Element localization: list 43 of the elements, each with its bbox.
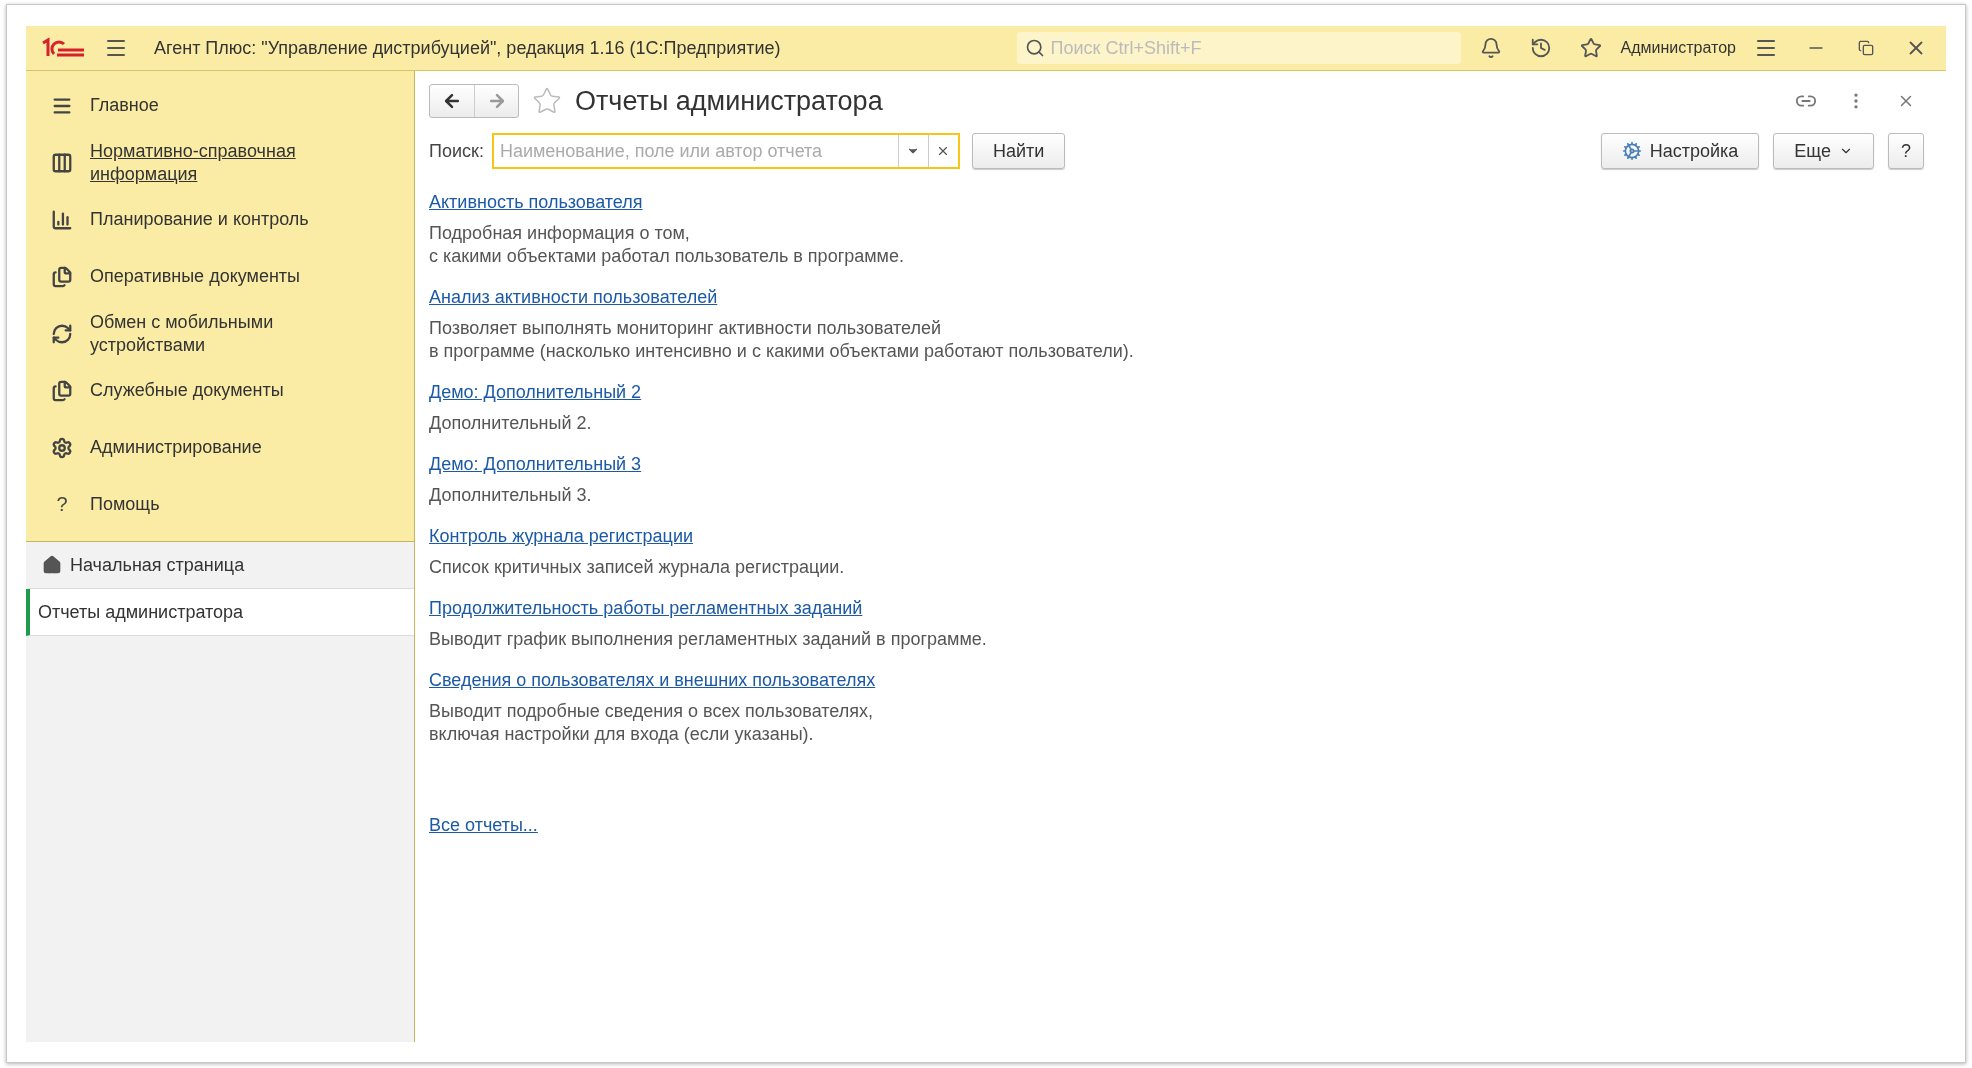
documents-icon [50, 378, 74, 403]
section-item[interactable]: Администрирование [26, 419, 414, 476]
report-link[interactable]: Контроль журнала регистрации [429, 525, 694, 547]
search-field[interactable]: Наименование, поле или автор отчета [491, 133, 960, 169]
all-reports-link[interactable]: Все отчеты... [429, 814, 538, 836]
section-item[interactable]: ? Помощь [26, 476, 414, 533]
report-link[interactable]: Демо: Дополнительный 3 [429, 453, 642, 475]
report-description: Дополнительный 3. [429, 484, 593, 507]
search-field[interactable]: Поиск Ctrl+Shift+F [1016, 32, 1461, 64]
report-link[interactable]: Сведения о пользователях и внешних пользователях [429, 669, 876, 691]
user-name[interactable]: Администратор [1620, 39, 1736, 57]
form-title: Отчеты администратора [575, 85, 883, 117]
search-icon [1024, 38, 1045, 58]
documents-icon [50, 264, 74, 289]
report-description: Выводит график выполнения регламентных заданий в программе. [429, 628, 988, 651]
report-link[interactable]: Продолжительность работы регламентных заданий [429, 597, 863, 619]
logo-icon [40, 36, 86, 60]
report-description: Дополнительный 2. [429, 412, 593, 435]
help-button[interactable]: ? [1888, 133, 1924, 169]
more-button[interactable]: Еще [1773, 133, 1874, 169]
report-description: Список критичных записей журнала регистрации. [429, 556, 846, 579]
find-button[interactable]: Найти [971, 133, 1066, 169]
search-input[interactable]: Поиск Ctrl+Shift+F [1048, 36, 1453, 60]
report-link[interactable]: Анализ активности пользователей [429, 286, 718, 308]
window-title: Агент Плюс: "Управление дистрибуцией", редакция 1.16 (1С:Предприятие) [154, 37, 781, 59]
question-mark: ? [55, 492, 69, 517]
report-link[interactable]: Активность пользователя [429, 191, 643, 213]
section-item[interactable]: Планирование и контроль [26, 191, 414, 248]
report-description: Выводит подробные сведения о всех пользователях, включая настройки для входа (если указаны). [429, 700, 874, 746]
gear-icon [1621, 141, 1642, 161]
home-icon [42, 555, 62, 575]
search-label: Поиск: [429, 140, 484, 162]
section-item[interactable]: Главное [26, 77, 414, 134]
section-item[interactable]: Оперативные документы [26, 248, 414, 305]
section-item[interactable]: Нормативно-справочная информация [26, 134, 414, 191]
report-description: Подробная информация о том, с какими объектами работал пользователь в программе. [429, 222, 905, 268]
section-item[interactable]: Служебные документы [26, 362, 414, 419]
report-link[interactable]: Демо: Дополнительный 2 [429, 381, 642, 403]
open-page-tab[interactable]: Отчеты администратора [26, 589, 414, 636]
report-description: Позволяет выполнять мониторинг активности пользователей в программе (насколько интенсивно и с какими объектами работают пользователи). [429, 317, 1135, 363]
gear-icon [50, 435, 74, 460]
settings-button[interactable]: Настройка [1600, 133, 1760, 169]
section-item[interactable]: Обмен с мобильными устройствами [26, 305, 414, 362]
